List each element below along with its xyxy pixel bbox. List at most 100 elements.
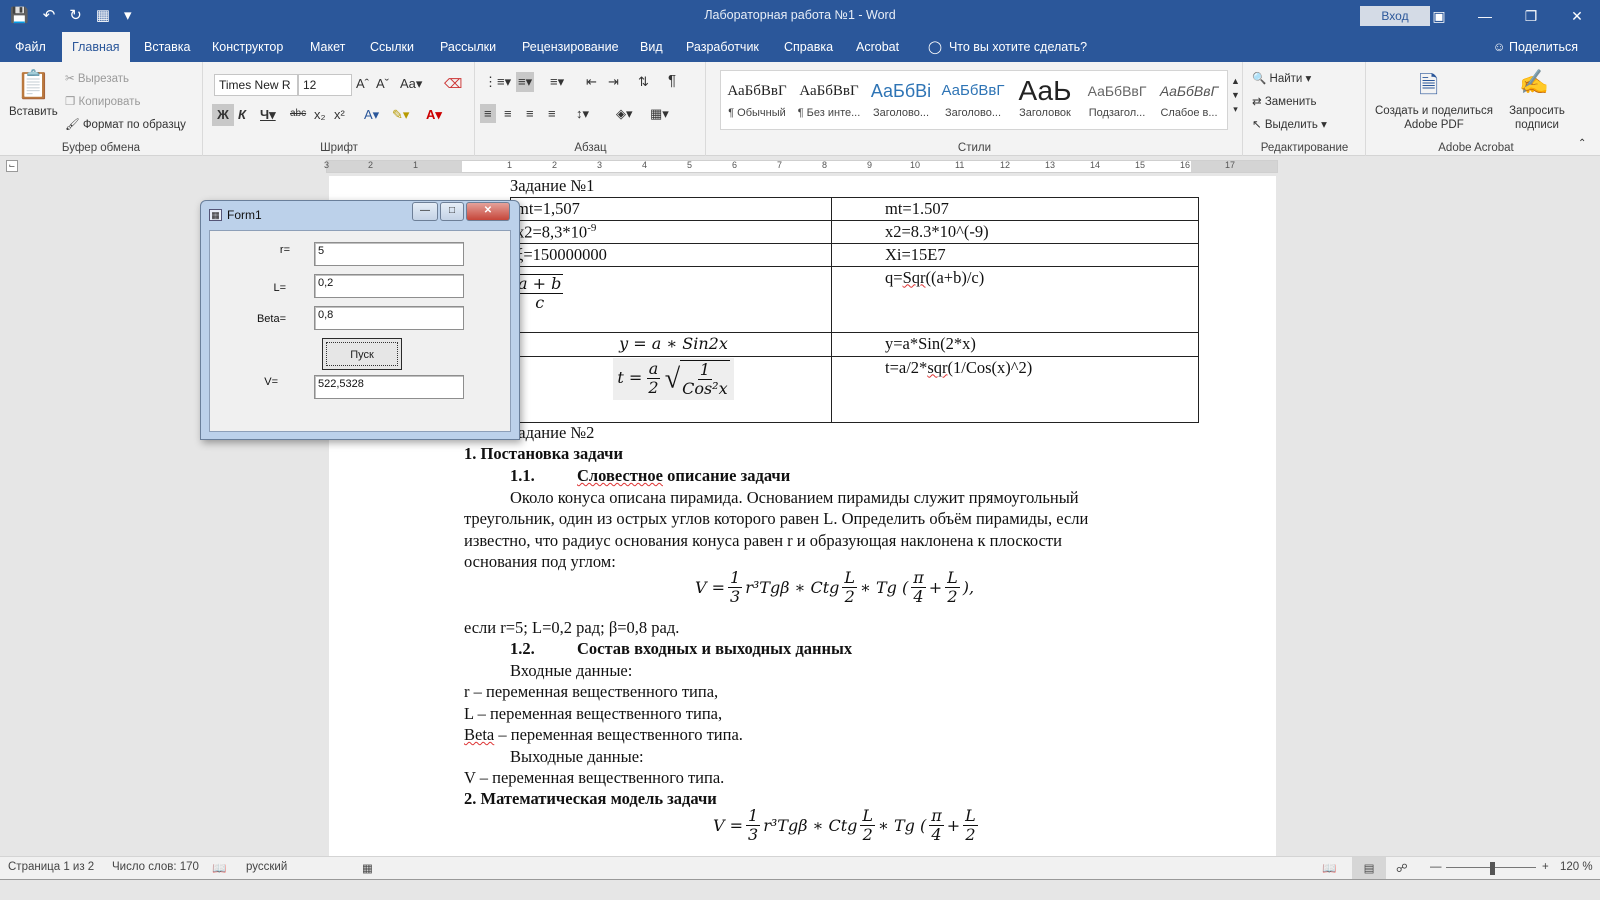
- volume-formula: V = 13 r³Tgβ ∗ Ctg L2 ∗ Tg ( π4 + L2 ),: [695, 568, 974, 607]
- style-label: Заголовок: [1019, 107, 1071, 119]
- tab-developer[interactable]: Разработчик: [676, 32, 769, 62]
- style-subtle-emphasis[interactable]: АаБбВвГ Слабое в...: [1153, 71, 1225, 129]
- font-name-combo[interactable]: Times New R: [214, 74, 298, 96]
- show-marks-icon[interactable]: ¶: [668, 72, 676, 89]
- v-output[interactable]: 522,5328: [314, 375, 464, 399]
- horizontal-ruler[interactable]: 3 2 1 1 2 3 4 5 6 7 8 9 10 11 12 13 14 1…: [324, 160, 1278, 173]
- subscript-icon[interactable]: x₂: [314, 107, 326, 122]
- highlight-icon[interactable]: ✎▾: [392, 107, 409, 123]
- signature-icon[interactable]: ✍: [1519, 68, 1549, 97]
- ruler-mark: 17: [1225, 160, 1236, 170]
- tab-review[interactable]: Рецензирование: [512, 32, 629, 62]
- tab-selector-icon[interactable]: ⌙: [6, 160, 18, 172]
- web-layout-icon[interactable]: ☍: [1396, 861, 1408, 875]
- select-button[interactable]: ↖ Выделить ▾: [1252, 117, 1327, 131]
- tab-layout[interactable]: Макет: [300, 32, 355, 62]
- print-layout-icon[interactable]: ▤: [1352, 857, 1386, 879]
- tab-file[interactable]: Файл: [5, 32, 56, 62]
- t-denominator: 2: [648, 378, 659, 398]
- multilevel-list-icon[interactable]: ≡▾: [550, 74, 564, 90]
- collapse-ribbon-icon[interactable]: ⌃: [1578, 138, 1586, 149]
- bullets-icon[interactable]: ⋮≡▾: [484, 74, 511, 90]
- beta-name: Beta: [464, 725, 495, 744]
- table-cell: ξ=150000000: [510, 242, 832, 267]
- tab-insert[interactable]: Вставка: [134, 32, 200, 62]
- copy-button[interactable]: ❐ Копировать: [65, 94, 140, 108]
- start-button[interactable]: Пуск: [322, 338, 402, 370]
- zoom-thumb[interactable]: [1490, 862, 1495, 875]
- language[interactable]: русский: [246, 861, 287, 873]
- find-button[interactable]: 🔍 Найти ▾: [1252, 71, 1311, 85]
- style-no-spacing[interactable]: АаБбВвГ ¶ Без инте...: [793, 71, 865, 129]
- read-mode-icon[interactable]: 📖: [1322, 861, 1336, 875]
- form-maximize-icon[interactable]: □: [440, 202, 464, 221]
- align-left-icon[interactable]: ≡: [480, 104, 496, 123]
- increase-indent-icon[interactable]: ⇥: [608, 74, 619, 90]
- style-subtitle[interactable]: АаБбВвГ Подзагол...: [1081, 71, 1153, 129]
- sort-icon[interactable]: ⇅: [638, 74, 649, 90]
- align-right-icon[interactable]: ≡: [526, 106, 534, 121]
- cut-button[interactable]: ✂ Вырезать: [65, 71, 129, 85]
- minimize-icon[interactable]: —: [1462, 0, 1508, 32]
- create-pdf-button[interactable]: Создать и поделиться Adobe PDF: [1369, 104, 1499, 132]
- zoom-level[interactable]: 120 %: [1560, 861, 1593, 873]
- share-button[interactable]: ☺ Поделиться: [1493, 32, 1578, 62]
- form-close-icon[interactable]: ✕: [466, 202, 510, 221]
- tab-mailings[interactable]: Рассылки: [430, 32, 506, 62]
- style-heading1[interactable]: АаБбВі Заголово...: [865, 71, 937, 129]
- pdf-export-icon[interactable]: 🗎: [1419, 68, 1438, 109]
- word-count[interactable]: Число слов: 170: [112, 861, 199, 873]
- style-heading2[interactable]: АаБбВвГ Заголово...: [937, 71, 1009, 129]
- font-color-icon[interactable]: A▾: [426, 107, 442, 123]
- style-title[interactable]: АаЬ Заголовок: [1009, 71, 1081, 129]
- tab-home[interactable]: Главная: [62, 32, 130, 62]
- zoom-out-icon[interactable]: —: [1430, 861, 1442, 873]
- paste-button[interactable]: Вставить: [9, 106, 58, 118]
- change-case-icon[interactable]: Aa▾: [400, 76, 422, 92]
- borders-icon[interactable]: ▦▾: [650, 106, 669, 122]
- l-input[interactable]: 0,2: [314, 274, 464, 298]
- zoom-in-icon[interactable]: +: [1542, 861, 1549, 873]
- italic-icon[interactable]: К: [238, 107, 246, 122]
- proofing-icon[interactable]: 📖: [212, 861, 226, 875]
- tab-acrobat[interactable]: Acrobat: [846, 32, 909, 62]
- page-count[interactable]: Страница 1 из 2: [8, 861, 94, 873]
- bold-icon[interactable]: Ж: [212, 104, 234, 126]
- formula-lhs: V =: [695, 578, 726, 598]
- macro-icon[interactable]: ▦: [362, 861, 373, 875]
- grow-font-icon[interactable]: Aˆ: [356, 76, 369, 91]
- heading-2: 2. Математическая модель задачи: [464, 789, 717, 808]
- text-effects-icon[interactable]: A▾: [364, 107, 379, 123]
- strikethrough-icon[interactable]: abc: [290, 108, 306, 119]
- paste-icon[interactable]: 📋: [16, 68, 51, 101]
- replace-button[interactable]: ⇄ Заменить: [1252, 94, 1317, 108]
- clear-formatting-icon[interactable]: ⌫: [444, 76, 462, 92]
- align-center-icon[interactable]: ≡: [504, 106, 512, 121]
- close-icon[interactable]: ✕: [1554, 0, 1600, 32]
- decrease-indent-icon[interactable]: ⇤: [586, 74, 597, 90]
- justify-icon[interactable]: ≡: [548, 106, 556, 121]
- ribbon-display-icon[interactable]: ▣: [1416, 0, 1462, 32]
- shrink-font-icon[interactable]: Aˇ: [376, 76, 389, 91]
- tell-me-search[interactable]: ◯ Что вы хотите сделать?: [918, 32, 1097, 62]
- restore-icon[interactable]: ❐: [1508, 0, 1554, 32]
- t-fraction: a2: [646, 359, 661, 398]
- r-input[interactable]: 5: [314, 242, 464, 266]
- tab-design[interactable]: Конструктор: [202, 32, 293, 62]
- tab-help[interactable]: Справка: [774, 32, 843, 62]
- font-size-combo[interactable]: 12: [298, 74, 352, 96]
- form-minimize-icon[interactable]: —: [412, 202, 438, 221]
- line-spacing-icon[interactable]: ↕▾: [576, 106, 589, 122]
- style-normal[interactable]: АаБбВвГ ¶ Обычный: [721, 71, 793, 129]
- acrobat-group-label: Adobe Acrobat: [1438, 142, 1514, 154]
- underline-icon[interactable]: Ч▾: [260, 107, 276, 123]
- styles-scroll-icon[interactable]: ▲ ▼ ▾: [1231, 74, 1240, 116]
- beta-input[interactable]: 0,8: [314, 306, 464, 330]
- shading-icon[interactable]: ◈▾: [616, 106, 633, 122]
- tab-references[interactable]: Ссылки: [360, 32, 424, 62]
- numbering-icon[interactable]: ≡▾: [516, 72, 535, 92]
- format-painter-button[interactable]: 🖌 Формат по образцу: [65, 117, 186, 131]
- tab-view[interactable]: Вид: [630, 32, 673, 62]
- request-signatures-button[interactable]: Запросить подписи: [1497, 104, 1577, 132]
- superscript-icon[interactable]: x²: [334, 107, 345, 122]
